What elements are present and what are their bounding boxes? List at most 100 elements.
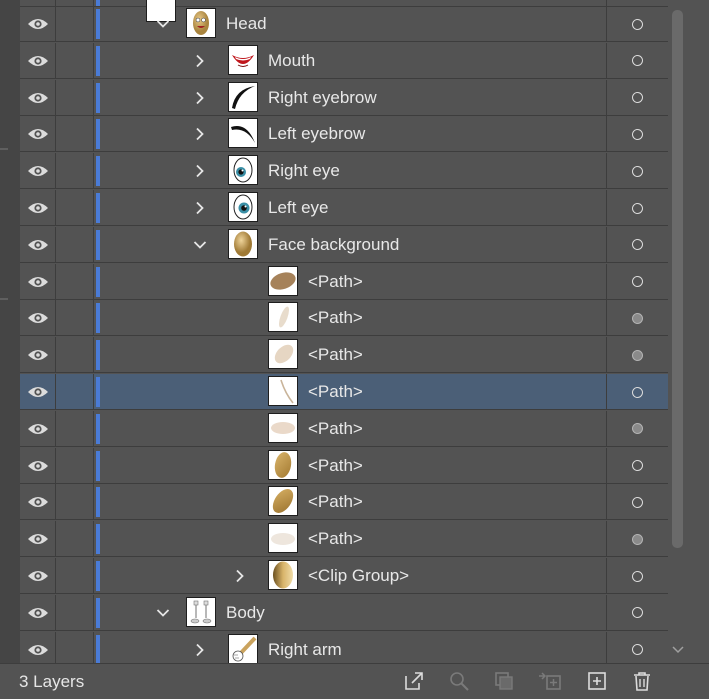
target-circle-icon[interactable] bbox=[606, 337, 668, 374]
layer-row[interactable]: <Path> bbox=[20, 374, 668, 410]
target-circle-icon[interactable] bbox=[606, 190, 668, 226]
layer-row[interactable]: Right arm bbox=[20, 631, 668, 663]
chevron-down-icon[interactable] bbox=[153, 6, 173, 42]
chevron-right-icon[interactable] bbox=[190, 116, 210, 152]
layer-name[interactable]: <Path> bbox=[308, 411, 363, 447]
visibility-eye-icon[interactable] bbox=[20, 226, 56, 263]
lock-toggle[interactable] bbox=[56, 263, 94, 300]
visibility-eye-icon[interactable] bbox=[20, 484, 56, 521]
lock-toggle[interactable] bbox=[56, 42, 94, 79]
lock-toggle[interactable] bbox=[56, 190, 94, 226]
lock-toggle[interactable] bbox=[56, 521, 94, 558]
layer-name[interactable]: <Path> bbox=[308, 264, 363, 300]
layer-name[interactable]: Right arm bbox=[268, 632, 342, 663]
layer-name[interactable]: <Path> bbox=[308, 337, 363, 373]
chevron-down-icon[interactable] bbox=[190, 227, 210, 263]
target-circle-icon[interactable] bbox=[606, 6, 668, 42]
visibility-eye-icon[interactable] bbox=[20, 374, 56, 410]
scroll-down-icon[interactable] bbox=[670, 642, 686, 658]
layer-name[interactable]: Right eye bbox=[268, 153, 340, 189]
lock-toggle[interactable] bbox=[56, 300, 94, 337]
make-clipping-mask-icon[interactable] bbox=[491, 668, 517, 694]
delete-layer-icon[interactable] bbox=[629, 668, 655, 694]
layer-row[interactable]: Body bbox=[20, 594, 668, 631]
lock-toggle[interactable] bbox=[56, 558, 94, 594]
target-circle-icon[interactable] bbox=[606, 79, 668, 116]
target-circle-icon[interactable] bbox=[606, 153, 668, 190]
lock-toggle[interactable] bbox=[56, 79, 94, 116]
layer-name[interactable]: Face background bbox=[268, 227, 399, 263]
visibility-eye-icon[interactable] bbox=[20, 42, 56, 79]
target-circle-icon[interactable] bbox=[606, 300, 668, 337]
layer-name[interactable]: Right eyebrow bbox=[268, 80, 377, 116]
create-sublayer-icon[interactable] bbox=[537, 668, 563, 694]
layer-row[interactable]: <Clip Group> bbox=[20, 558, 668, 594]
visibility-eye-icon[interactable] bbox=[20, 263, 56, 300]
layer-name[interactable]: <Path> bbox=[308, 300, 363, 336]
visibility-eye-icon[interactable] bbox=[20, 594, 56, 631]
lock-toggle[interactable] bbox=[56, 594, 94, 631]
layer-name[interactable]: Body bbox=[226, 595, 265, 631]
layer-row[interactable]: <Path> bbox=[20, 410, 668, 447]
layer-name[interactable]: Left eye bbox=[268, 190, 329, 226]
visibility-eye-icon[interactable] bbox=[20, 631, 56, 663]
target-circle-icon[interactable] bbox=[606, 226, 668, 263]
visibility-eye-icon[interactable] bbox=[20, 300, 56, 337]
lock-toggle[interactable] bbox=[56, 337, 94, 374]
visibility-eye-icon[interactable] bbox=[20, 558, 56, 594]
target-circle-icon[interactable] bbox=[606, 410, 668, 447]
lock-toggle[interactable] bbox=[56, 6, 94, 42]
visibility-eye-icon[interactable] bbox=[20, 337, 56, 374]
target-circle-icon[interactable] bbox=[606, 484, 668, 521]
target-circle-icon[interactable] bbox=[606, 594, 668, 631]
lock-toggle[interactable] bbox=[56, 447, 94, 484]
chevron-right-icon[interactable] bbox=[190, 43, 210, 79]
layer-row[interactable]: Face background bbox=[20, 226, 668, 263]
layer-row[interactable]: <Path> bbox=[20, 300, 668, 337]
lock-toggle[interactable] bbox=[56, 484, 94, 521]
create-new-layer-icon[interactable] bbox=[584, 668, 610, 694]
target-circle-icon[interactable] bbox=[606, 116, 668, 153]
visibility-eye-icon[interactable] bbox=[20, 447, 56, 484]
lock-toggle[interactable] bbox=[56, 153, 94, 190]
lock-toggle[interactable] bbox=[56, 374, 94, 410]
visibility-eye-icon[interactable] bbox=[20, 79, 56, 116]
lock-toggle[interactable] bbox=[56, 116, 94, 153]
target-circle-icon[interactable] bbox=[606, 558, 668, 594]
layer-name[interactable]: <Path> bbox=[308, 448, 363, 484]
layer-name[interactable]: <Path> bbox=[308, 374, 363, 410]
visibility-eye-icon[interactable] bbox=[20, 190, 56, 226]
layer-row[interactable]: <Path> bbox=[20, 521, 668, 558]
visibility-eye-icon[interactable] bbox=[20, 116, 56, 153]
layer-name[interactable]: Mouth bbox=[268, 43, 315, 79]
layer-row[interactable]: Head bbox=[20, 6, 668, 42]
layer-row[interactable]: Left eye bbox=[20, 190, 668, 226]
visibility-eye-icon[interactable] bbox=[20, 6, 56, 42]
layer-row[interactable]: Right eye bbox=[20, 153, 668, 190]
layer-row[interactable]: Mouth bbox=[20, 42, 668, 79]
lock-toggle[interactable] bbox=[56, 631, 94, 663]
chevron-right-icon[interactable] bbox=[190, 153, 210, 189]
chevron-right-icon[interactable] bbox=[190, 632, 210, 663]
layer-row[interactable]: <Path> bbox=[20, 263, 668, 300]
chevron-right-icon[interactable] bbox=[190, 190, 210, 226]
layer-name[interactable]: <Path> bbox=[308, 521, 363, 557]
chevron-right-icon[interactable] bbox=[230, 558, 250, 594]
target-circle-icon[interactable] bbox=[606, 631, 668, 663]
layer-row[interactable]: <Path> bbox=[20, 484, 668, 521]
layer-name[interactable]: <Path> bbox=[308, 484, 363, 520]
chevron-right-icon[interactable] bbox=[190, 80, 210, 116]
lock-toggle[interactable] bbox=[56, 410, 94, 447]
locate-object-icon[interactable] bbox=[446, 668, 472, 694]
target-circle-icon[interactable] bbox=[606, 263, 668, 300]
scrollbar-thumb[interactable] bbox=[672, 10, 683, 548]
layer-row[interactable]: Right eyebrow bbox=[20, 79, 668, 116]
visibility-eye-icon[interactable] bbox=[20, 521, 56, 558]
visibility-eye-icon[interactable] bbox=[20, 153, 56, 190]
lock-toggle[interactable] bbox=[56, 226, 94, 263]
layer-row[interactable]: <Path> bbox=[20, 337, 668, 374]
layer-row[interactable]: Left eyebrow bbox=[20, 116, 668, 153]
layer-row[interactable]: <Path> bbox=[20, 447, 668, 484]
chevron-down-icon[interactable] bbox=[153, 595, 173, 631]
layer-name[interactable]: <Clip Group> bbox=[308, 558, 409, 594]
